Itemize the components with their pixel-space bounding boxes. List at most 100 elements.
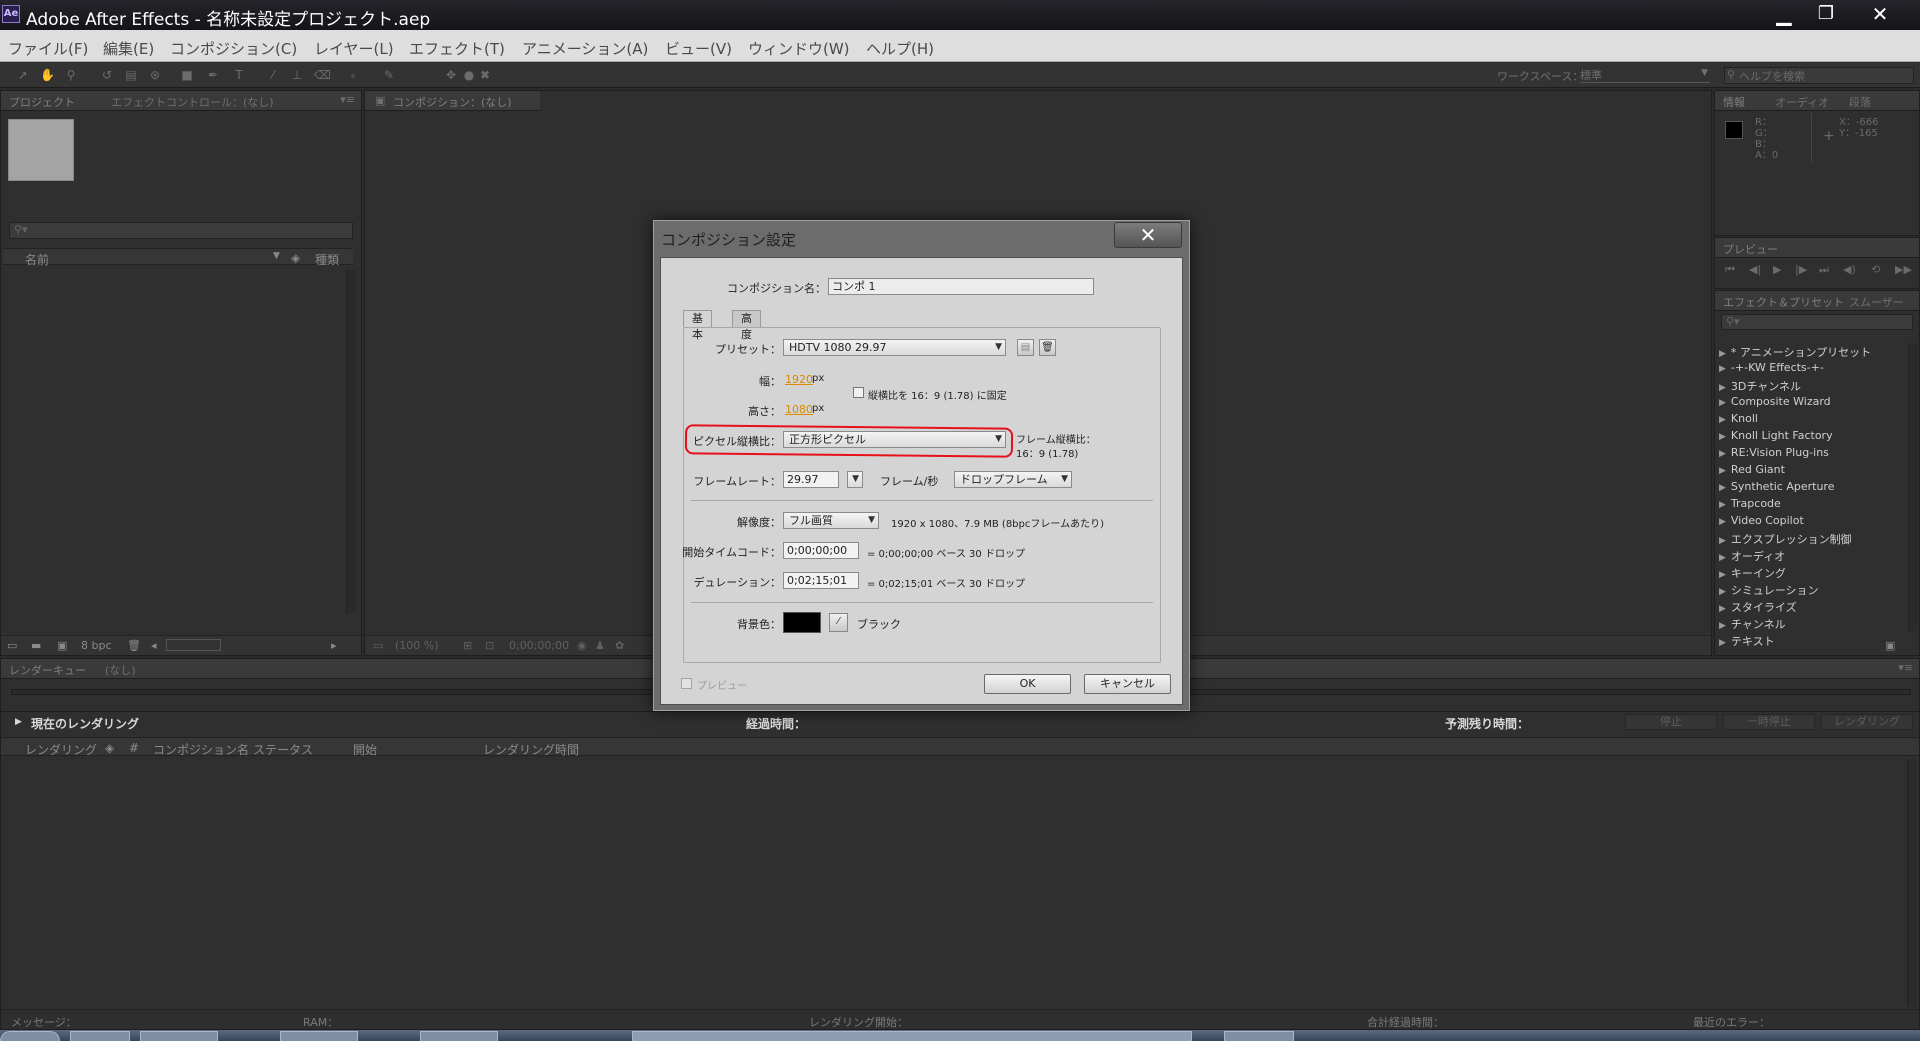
framerate-dropdown[interactable]: ▼ — [847, 471, 863, 488]
duration-input[interactable]: 0;02;15;01 — [783, 572, 859, 589]
disclosure-triangle-icon[interactable]: ▶ — [1719, 638, 1726, 648]
effects-list-item[interactable]: ▶ Trapcode — [1719, 497, 1781, 510]
menu-layer[interactable]: レイヤー(L) — [314, 38, 394, 59]
tab-info[interactable]: 情報 — [1723, 94, 1745, 110]
render-button[interactable]: レンダリング — [1821, 714, 1913, 730]
column-render-time[interactable]: レンダリング時間 — [483, 741, 579, 758]
bpc-label[interactable]: 8 bpc — [81, 639, 112, 652]
effects-list-item[interactable]: ▶ オーディオ — [1719, 548, 1785, 564]
taskbar-app-3[interactable] — [280, 1031, 358, 1041]
always-preview-icon[interactable]: ▭ — [373, 639, 383, 652]
menu-animation[interactable]: アニメーション(A) — [522, 38, 648, 59]
comp-name-input[interactable]: コンポ 1 — [828, 278, 1094, 295]
close-icon[interactable]: ✕ — [1114, 222, 1182, 248]
disclosure-triangle-icon[interactable]: ▶ — [1719, 621, 1726, 631]
stop-button[interactable]: 停止 — [1625, 714, 1717, 730]
brush-tool-icon[interactable]: ⁄ — [266, 68, 280, 82]
menu-edit[interactable]: 編集(E) — [103, 38, 154, 59]
taskbar-app-5[interactable] — [1224, 1031, 1294, 1041]
interpret-footage-icon[interactable]: ▭ — [7, 639, 17, 652]
column-type[interactable]: 種類 — [315, 251, 339, 268]
selection-tool-icon[interactable]: ➚ — [16, 68, 30, 82]
pen-tool-icon[interactable]: ✒ — [206, 68, 220, 82]
play-icon[interactable]: ▶ — [1773, 263, 1781, 276]
effects-list-item[interactable]: ▶ シミュレーション — [1719, 582, 1818, 598]
scroll-right-icon[interactable]: ▸ — [331, 639, 337, 652]
tab-smoother[interactable]: スムーザー — [1849, 294, 1904, 310]
tab-render-queue[interactable]: レンダーキュー — [9, 662, 86, 678]
roto-brush-tool-icon[interactable]: ⸗ — [346, 68, 360, 82]
effects-list-item[interactable]: ▶ Knoll Light Factory — [1719, 429, 1833, 442]
cancel-button[interactable]: キャンセル — [1084, 674, 1171, 694]
effects-list-item[interactable]: ▶ キーイング — [1719, 565, 1786, 581]
menu-composition[interactable]: コンポジション(C) — [170, 38, 297, 59]
disclosure-triangle-icon[interactable]: ▶ — [1719, 483, 1726, 493]
show-snapshot-icon[interactable]: ♟ — [595, 639, 605, 652]
save-preset-icon[interactable]: ▤ — [1017, 339, 1034, 356]
tab-effects-presets[interactable]: エフェクト＆プリセット — [1723, 294, 1844, 310]
effects-search-input[interactable]: ⚲▾ — [1721, 314, 1913, 330]
effects-list-item[interactable]: ▶ Knoll — [1719, 412, 1758, 425]
disclosure-triangle-icon[interactable]: ▶ — [1719, 553, 1726, 563]
help-search-input[interactable]: ⚲ ヘルプを検索 — [1724, 67, 1914, 84]
camera-tool-icon[interactable]: ▤ — [124, 68, 138, 82]
menu-effect[interactable]: エフェクト(T) — [409, 38, 505, 59]
menu-help[interactable]: ヘルプ(H) — [866, 38, 934, 59]
start-orb-icon[interactable] — [0, 1031, 60, 1041]
rotate-tool-icon[interactable]: ↺ — [100, 68, 114, 82]
workspace-select[interactable]: 標準 ▼ — [1580, 67, 1710, 83]
previous-frame-icon[interactable]: ◀| — [1749, 263, 1761, 276]
preview-checkbox[interactable] — [681, 678, 692, 689]
puppet-tool-icon[interactable]: ✎ — [382, 68, 396, 82]
tab-advanced[interactable]: 高度 — [732, 310, 761, 341]
ok-button[interactable]: OK — [984, 674, 1071, 694]
render-queue-scrollbar[interactable] — [1907, 759, 1917, 1007]
effects-list-item[interactable]: ▶ 3Dチャンネル — [1719, 378, 1801, 394]
text-tool-icon[interactable]: T — [232, 68, 246, 82]
tab-audio[interactable]: オーディオ — [1775, 94, 1829, 110]
new-folder-icon[interactable]: ▣ — [1885, 639, 1895, 652]
disclosure-triangle-icon[interactable]: ▶ — [1719, 349, 1726, 359]
disclosure-triangle-icon[interactable]: ▶ — [1719, 432, 1726, 442]
tab-preview[interactable]: プレビュー — [1723, 241, 1778, 257]
column-number[interactable]: # — [129, 741, 139, 755]
effects-list-item[interactable]: ▶ Synthetic Aperture — [1719, 480, 1834, 493]
delete-preset-icon[interactable]: 🗑 — [1039, 339, 1056, 356]
sort-arrow-icon[interactable]: ▼ — [273, 251, 280, 261]
project-scrollbar[interactable] — [346, 269, 356, 614]
disclosure-triangle-icon[interactable]: ▶ — [1719, 415, 1726, 425]
close-icon[interactable]: ✕ — [1860, 0, 1900, 28]
effects-scrollbar[interactable] — [1908, 343, 1918, 631]
clone-stamp-tool-icon[interactable]: ⊥ — [290, 68, 304, 82]
mute-audio-icon[interactable]: ◀) — [1843, 263, 1856, 276]
pan-behind-tool-icon[interactable]: ⊛ — [148, 68, 162, 82]
disclosure-triangle-icon[interactable]: ▶ — [1719, 466, 1726, 476]
drop-frame-dropdown[interactable]: ドロップフレーム ▼ — [954, 471, 1072, 488]
effects-list-item[interactable]: ▶ Video Copilot — [1719, 514, 1804, 527]
disclosure-triangle-icon[interactable]: ▶ — [1719, 364, 1726, 374]
disclosure-triangle-icon[interactable]: ▶ — [1719, 536, 1726, 546]
snapshot-icon[interactable]: ◉ — [577, 639, 587, 652]
column-started[interactable]: 開始 — [353, 741, 377, 758]
height-value[interactable]: 1080 — [785, 403, 813, 416]
minimize-icon[interactable]: ▁ — [1764, 0, 1804, 28]
next-frame-icon[interactable]: |▶ — [1795, 263, 1807, 276]
taskbar-app-1[interactable] — [70, 1031, 130, 1041]
taskbar-app-4[interactable] — [420, 1031, 498, 1041]
ram-preview-icon[interactable]: ▶▶ — [1895, 263, 1912, 276]
restore-icon[interactable]: ❐ — [1806, 0, 1846, 28]
pause-button[interactable]: 一時停止 — [1723, 714, 1815, 730]
menu-window[interactable]: ウィンドウ(W) — [748, 38, 850, 59]
hand-tool-icon[interactable]: ✋ — [40, 68, 55, 82]
framerate-input[interactable]: 29.97 — [783, 471, 839, 488]
channel-icon[interactable]: ✿ — [615, 639, 624, 652]
preset-dropdown[interactable]: HDTV 1080 29.97 ▼ — [783, 339, 1006, 356]
taskbar-app-2[interactable] — [140, 1031, 218, 1041]
eyedropper-icon[interactable]: ⁄ — [829, 613, 848, 632]
disclosure-triangle-icon[interactable]: ▶ — [1719, 383, 1726, 393]
disclosure-triangle-icon[interactable]: ▶ — [1719, 500, 1726, 510]
project-search-input[interactable]: ⚲▾ — [9, 222, 353, 239]
effects-list-item[interactable]: ▶ テキスト — [1719, 633, 1775, 649]
label-tag-icon[interactable]: ◈ — [291, 251, 300, 265]
lock-aspect-checkbox[interactable] — [853, 387, 864, 398]
